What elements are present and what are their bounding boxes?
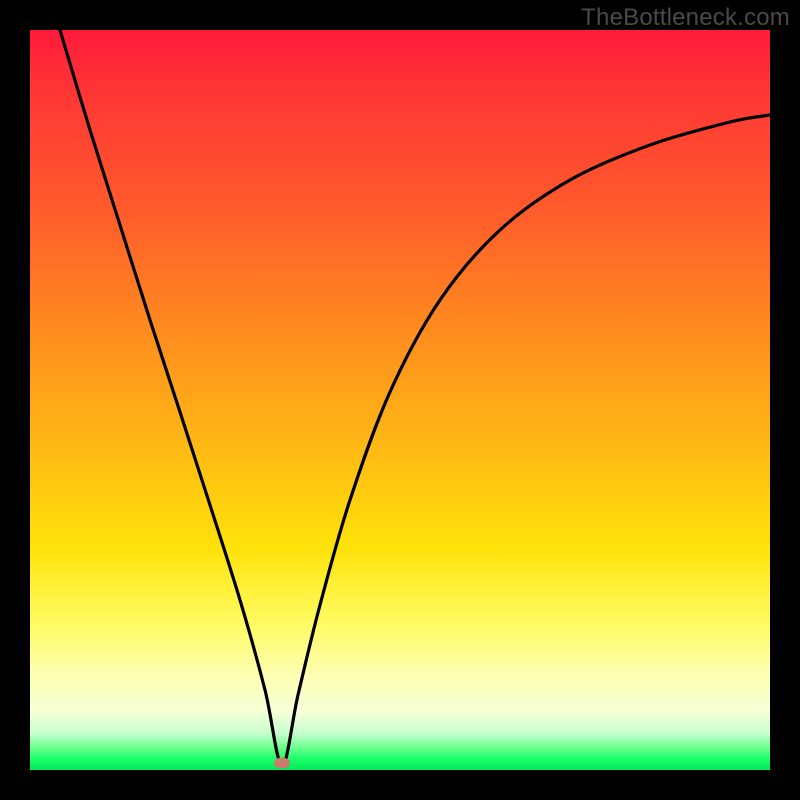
curve-svg bbox=[30, 30, 770, 770]
bottleneck-curve-path bbox=[60, 30, 770, 765]
chart-frame: TheBottleneck.com bbox=[0, 0, 800, 800]
plot-area bbox=[30, 30, 770, 770]
minimum-marker bbox=[274, 758, 290, 769]
watermark-text: TheBottleneck.com bbox=[581, 4, 790, 32]
